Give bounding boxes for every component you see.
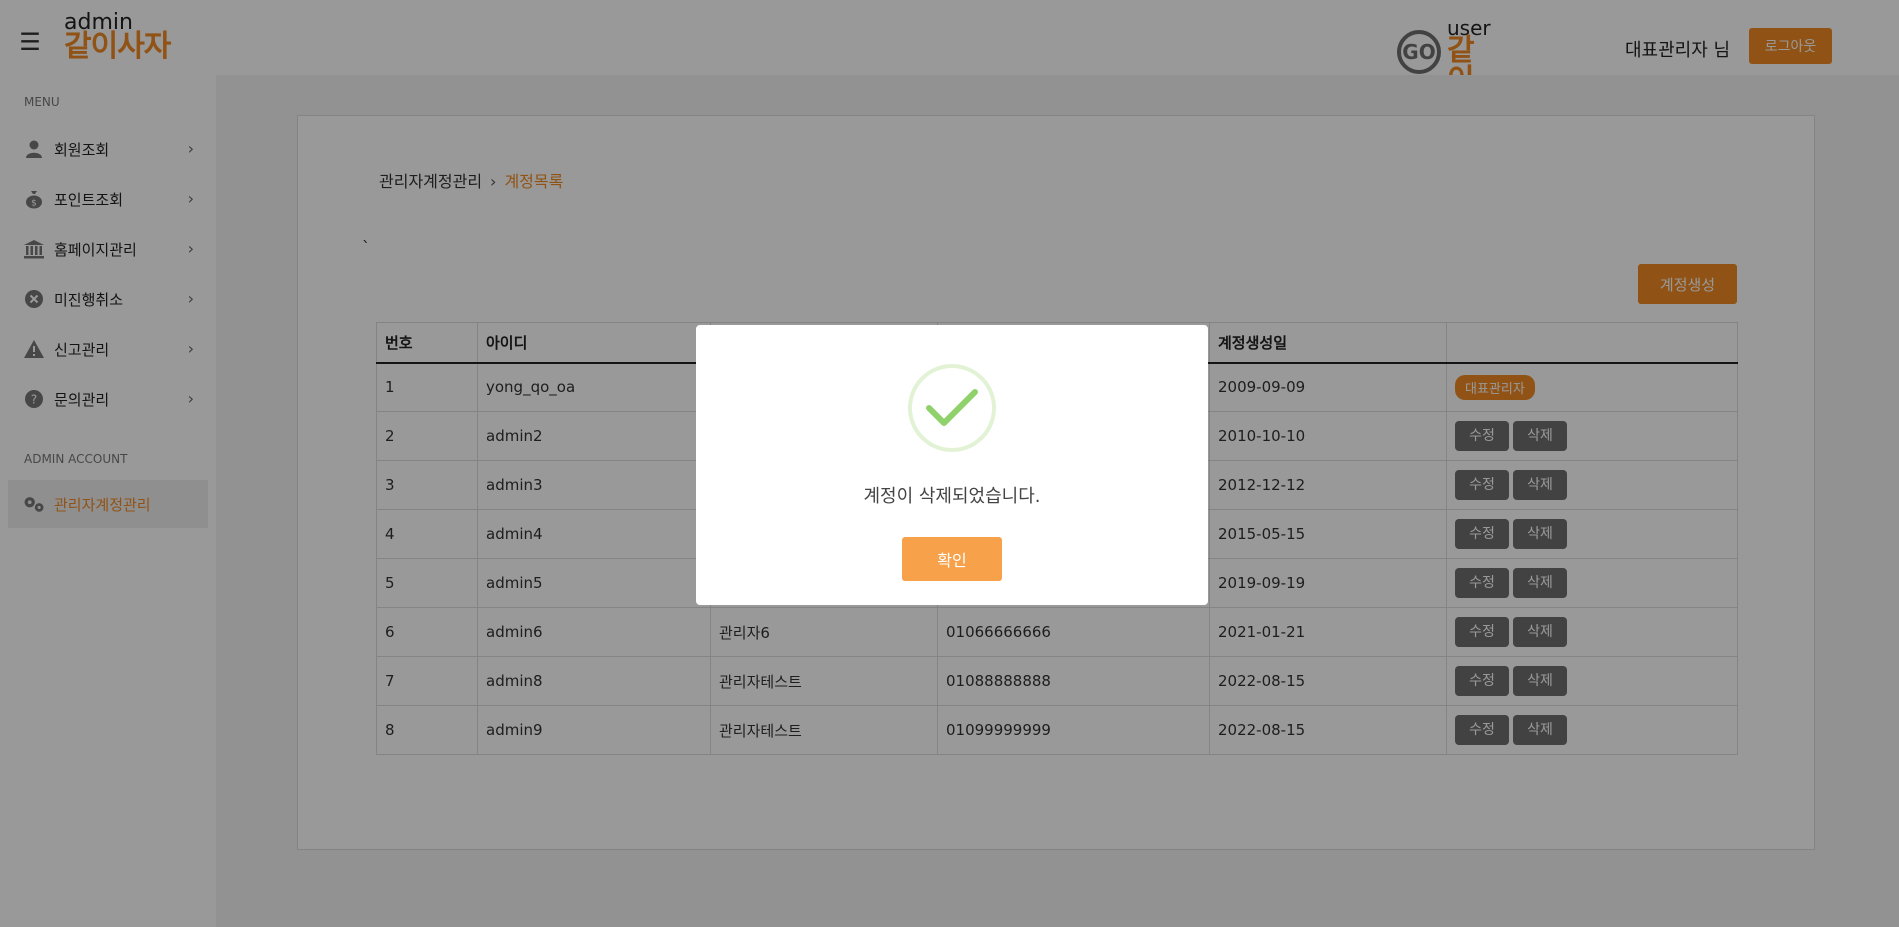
confirm-button[interactable]: 확인 xyxy=(902,537,1002,581)
alert-message: 계정이 삭제되었습니다. xyxy=(863,486,1041,507)
success-alert-dialog: 계정이 삭제되었습니다. 확인 xyxy=(696,325,1208,605)
success-check-icon xyxy=(908,364,996,452)
